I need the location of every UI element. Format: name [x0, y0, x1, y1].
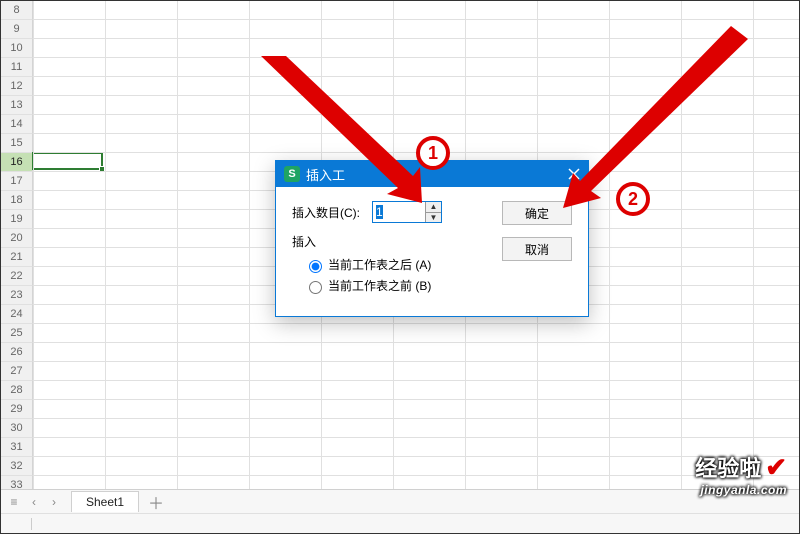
tab-nav-next-icon[interactable]: › — [45, 493, 63, 511]
spinner-up-icon[interactable]: ▲ — [426, 202, 441, 213]
row-header[interactable]: 16 — [1, 153, 33, 172]
tab-menu-icon[interactable]: ≡ — [5, 493, 23, 511]
row-header[interactable]: 15 — [1, 134, 33, 153]
row-header[interactable]: 26 — [1, 343, 33, 362]
row-header[interactable]: 9 — [1, 20, 33, 39]
row-header[interactable]: 18 — [1, 191, 33, 210]
sheet-tab-bar: ≡ ‹ › Sheet1 ＋ — [1, 489, 799, 513]
status-bar — [1, 513, 799, 533]
count-input[interactable] — [373, 202, 425, 222]
row-header[interactable]: 29 — [1, 400, 33, 419]
radio-after[interactable] — [309, 260, 322, 273]
row-header[interactable]: 23 — [1, 286, 33, 305]
count-label: 插入数目(C): — [292, 204, 372, 221]
radio-before[interactable] — [309, 281, 322, 294]
row-header[interactable]: 17 — [1, 172, 33, 191]
row-header[interactable]: 12 — [1, 77, 33, 96]
row-header[interactable]: 20 — [1, 229, 33, 248]
ok-button[interactable]: 确定 — [502, 201, 572, 225]
add-sheet-button[interactable]: ＋ — [145, 491, 167, 513]
row-header[interactable]: 10 — [1, 39, 33, 58]
row-header[interactable]: 32 — [1, 457, 33, 476]
row-header[interactable]: 31 — [1, 438, 33, 457]
row-header[interactable]: 21 — [1, 248, 33, 267]
spinner-down-icon[interactable]: ▼ — [426, 213, 441, 223]
row-header[interactable]: 11 — [1, 58, 33, 77]
close-icon[interactable] — [564, 164, 584, 184]
row-header[interactable]: 13 — [1, 96, 33, 115]
row-header[interactable]: 22 — [1, 267, 33, 286]
cancel-button[interactable]: 取消 — [502, 237, 572, 261]
radio-before-label: 当前工作表之前 (B) — [328, 277, 431, 294]
tab-nav-prev-icon[interactable]: ‹ — [25, 493, 43, 511]
app-icon: S — [284, 166, 300, 182]
sheet-tab[interactable]: Sheet1 — [71, 491, 139, 512]
row-header[interactable]: 25 — [1, 324, 33, 343]
row-header[interactable]: 28 — [1, 381, 33, 400]
dialog-title: 插入工 — [306, 165, 345, 184]
row-header[interactable]: 14 — [1, 115, 33, 134]
row-header[interactable]: 24 — [1, 305, 33, 324]
insert-sheet-dialog: S 插入工 插入数目(C): ▲ ▼ 插入 当前工作表之后 (A) 当前工作表之… — [275, 160, 589, 317]
selected-cell — [32, 152, 103, 170]
row-header[interactable]: 30 — [1, 419, 33, 438]
row-header[interactable]: 27 — [1, 362, 33, 381]
row-header[interactable]: 19 — [1, 210, 33, 229]
row-header[interactable]: 8 — [1, 1, 33, 20]
dialog-titlebar[interactable]: S 插入工 — [276, 161, 588, 187]
radio-after-label: 当前工作表之后 (A) — [328, 256, 431, 273]
count-spinner[interactable]: ▲ ▼ — [372, 201, 442, 223]
